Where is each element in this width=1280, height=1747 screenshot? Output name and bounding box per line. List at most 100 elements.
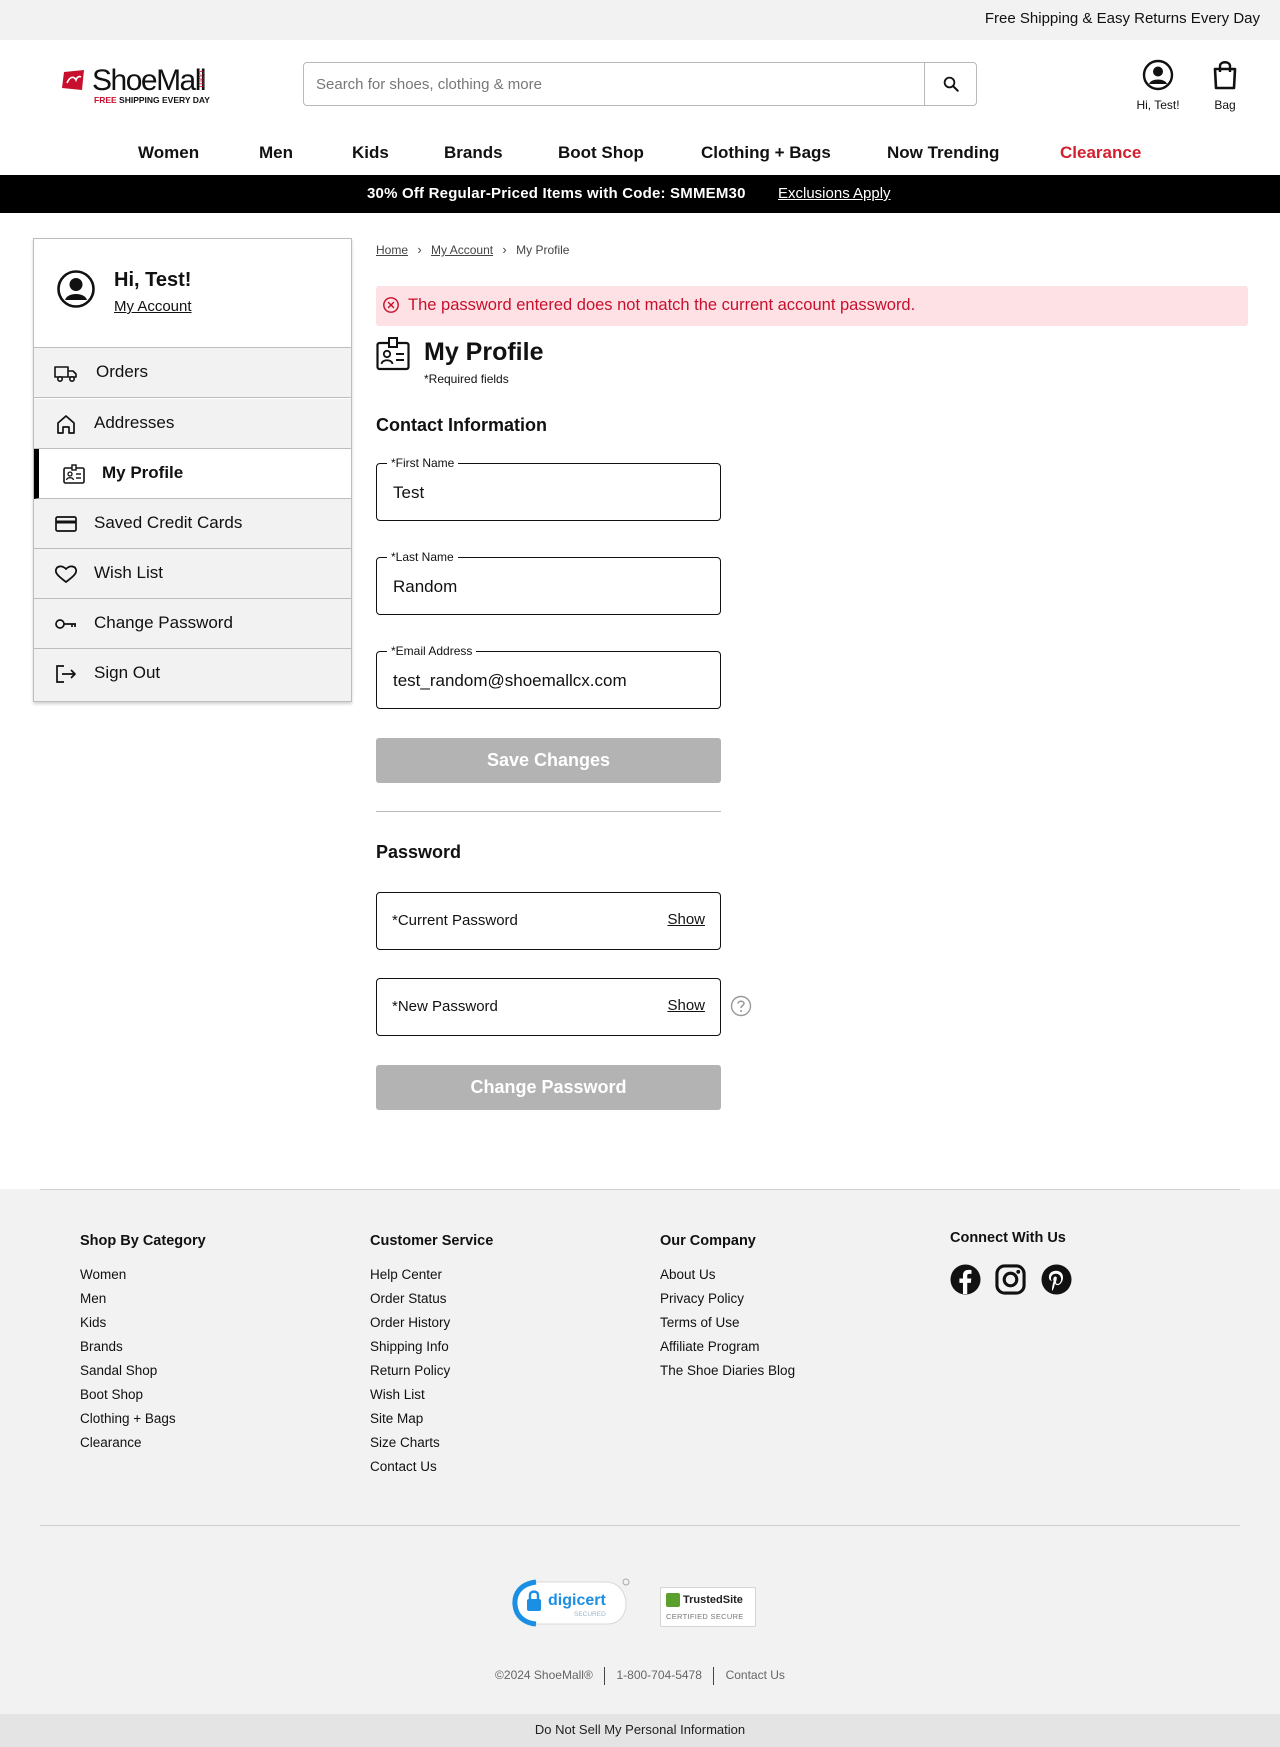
trustedsite-certified-badge[interactable]: TrustedSite CERTIFIED SECURE [660,1587,756,1627]
shoemall-logo[interactable]: ShoeMall .com FREE SHIPPING EVERY DAY [62,64,222,108]
footer-link[interactable]: Terms of Use [660,1314,795,1338]
last-name-input[interactable] [393,576,703,598]
first-name-input[interactable] [393,482,703,504]
nav-now-trending[interactable]: Now Trending [887,143,999,163]
do-not-sell-link[interactable]: Do Not Sell My Personal Information [0,1714,1280,1747]
promo-banner: 30% Off Regular-Priced Items with Code: … [0,175,1280,213]
footer-link[interactable]: Privacy Policy [660,1290,795,1314]
footer-link[interactable]: Kids [80,1314,206,1338]
footer-divider [40,1525,1240,1526]
phone-number[interactable]: 1-800-704-5478 [616,1668,701,1682]
separator [604,1667,606,1685]
footer-link[interactable]: Site Map [370,1410,493,1434]
email-input[interactable] [393,670,703,692]
my-account-link[interactable]: My Account [114,298,192,315]
nav-brands[interactable]: Brands [444,143,503,163]
breadcrumb: Home › My Account › My Profile [376,242,569,257]
sidebar-item-sign-out[interactable]: Sign Out [34,649,351,701]
nav-men[interactable]: Men [259,143,293,163]
last-name-field: *Last Name [376,550,721,615]
account-icon [1142,59,1174,91]
svg-text:digicert: digicert [548,1592,606,1609]
footer-link[interactable]: Contact Us [370,1458,493,1482]
greeting-text: Hi, Test! [114,269,192,291]
current-password-field[interactable]: *Current Password Show [376,892,721,950]
new-password-field[interactable]: *New Password Show [376,978,721,1036]
footer-link[interactable]: Clearance [80,1434,206,1458]
section-divider [376,811,721,812]
instagram-icon[interactable] [995,1264,1026,1295]
footer-link[interactable]: Order Status [370,1290,493,1314]
sidebar-item-orders[interactable]: Orders [34,348,351,398]
sidebar-item-saved-credit-cards[interactable]: Saved Credit Cards [34,499,351,549]
trustedsite-sub-label: CERTIFIED SECURE [666,1612,744,1621]
footer-link[interactable]: Size Charts [370,1434,493,1458]
copyright-text: ©2024 ShoeMall® [495,1668,593,1683]
avatar-icon [57,270,95,308]
last-name-label: *Last Name [387,550,458,564]
error-alert: The password entered does not match the … [376,286,1248,326]
footer-link[interactable]: Women [80,1266,206,1290]
footer-link[interactable]: Affiliate Program [660,1338,795,1362]
footer-link[interactable]: Order History [370,1314,493,1338]
footer-link[interactable]: About Us [660,1266,795,1290]
nav-kids[interactable]: Kids [352,143,389,163]
footer-link[interactable]: Shipping Info [370,1338,493,1362]
chevron-right-icon: › [502,242,507,258]
credit-card-icon [55,516,77,532]
required-fields-note: *Required fields [424,372,509,386]
change-password-button[interactable]: Change Password [376,1065,721,1110]
pinterest-icon[interactable] [1041,1264,1072,1295]
new-password-placeholder: *New Password [392,998,498,1015]
footer-link[interactable]: Clothing + Bags [80,1410,206,1434]
password-heading: Password [376,842,462,862]
nav-clearance[interactable]: Clearance [1060,143,1141,163]
digicert-secured-badge[interactable]: digicert SECURED [512,1578,632,1628]
site-footer: Shop By Category Women Men Kids Brands S… [0,1189,1280,1747]
logo-com: .com [197,68,207,88]
breadcrumb-current: My Profile [516,242,570,257]
footer-link[interactable]: Sandal Shop [80,1362,206,1386]
footer-link[interactable]: The Shoe Diaries Blog [660,1362,795,1386]
footer-link[interactable]: Return Policy [370,1362,493,1386]
breadcrumb-my-account[interactable]: My Account [431,243,493,257]
footer-link[interactable]: Men [80,1290,206,1314]
email-field: *Email Address [376,644,721,709]
account-menu[interactable]: Hi, Test! [1130,59,1186,112]
nav-clothing-bags[interactable]: Clothing + Bags [701,143,831,163]
search-input[interactable] [316,73,916,95]
footer-contact-link[interactable]: Contact Us [726,1668,785,1682]
footer-link[interactable]: Wish List [370,1386,493,1410]
main-navigation: Women Men Kids Brands Boot Shop Clothing… [0,140,1280,174]
sidebar-item-label: Change Password [94,613,233,632]
page-title: My Profile [424,338,544,366]
help-question-icon[interactable] [730,995,752,1017]
search-button[interactable] [924,63,976,105]
sidebar-item-change-password[interactable]: Change Password [34,599,351,649]
logo-wordmark: ShoeMall [92,64,207,97]
sidebar-item-label: Saved Credit Cards [94,513,243,532]
sidebar-item-wish-list[interactable]: Wish List [34,549,351,599]
truck-icon [54,366,77,383]
breadcrumb-home[interactable]: Home [376,243,408,257]
sidebar-item-label: My Profile [102,463,184,482]
shopping-bag[interactable]: Bag [1204,59,1246,112]
sidebar-item-addresses[interactable]: Addresses [34,399,351,449]
footer-heading: Customer Service [370,1233,494,1249]
footer-link[interactable]: Boot Shop [80,1386,206,1410]
show-new-password-toggle[interactable]: Show [667,997,705,1014]
svg-text:SECURED: SECURED [574,1611,606,1618]
sidebar-item-label: Orders [96,362,148,381]
search-bar [303,62,977,106]
sidebar-item-my-profile[interactable]: My Profile [34,449,351,499]
footer-link[interactable]: Help Center [370,1266,493,1290]
show-current-password-toggle[interactable]: Show [667,911,705,928]
exclusions-apply-link[interactable]: Exclusions Apply [778,185,891,202]
nav-boot-shop[interactable]: Boot Shop [558,143,644,163]
promo-code-text: 30% Off Regular-Priced Items with Code: … [367,185,746,202]
footer-connect-with-us: Connect With Us [950,1230,1066,1263]
facebook-icon[interactable] [950,1264,981,1295]
nav-women[interactable]: Women [138,143,199,163]
save-changes-button[interactable]: Save Changes [376,738,721,783]
footer-link[interactable]: Brands [80,1338,206,1362]
